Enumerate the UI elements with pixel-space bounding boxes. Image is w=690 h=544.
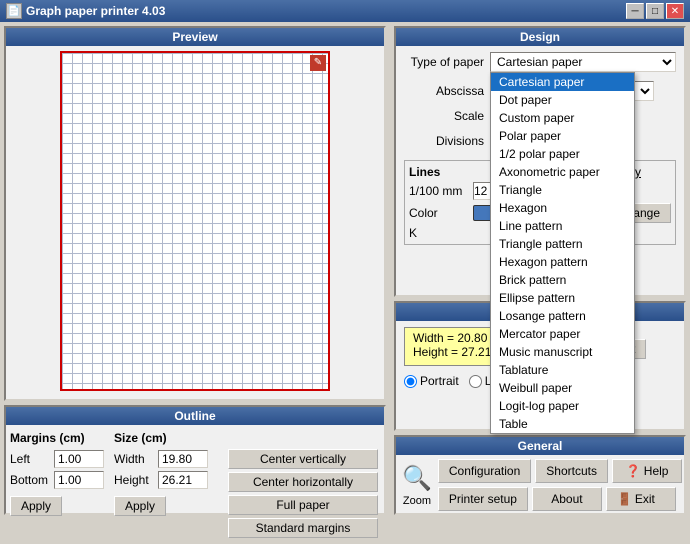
left-label: Left — [10, 452, 50, 466]
zoom-icon: 🔍 — [402, 464, 432, 493]
width-input[interactable] — [158, 450, 208, 468]
portrait-radio-label[interactable]: Portrait — [404, 374, 459, 388]
bottom-label: Bottom — [10, 473, 50, 487]
dropdown-item-logit[interactable]: Logit-log paper — [491, 397, 634, 415]
size-apply-button[interactable]: Apply — [114, 496, 166, 516]
help-button[interactable]: ❓ Help — [612, 459, 682, 483]
minimize-button[interactable]: ─ — [626, 3, 644, 19]
divisions-label: Divisions — [404, 134, 484, 148]
close-button[interactable]: ✕ — [666, 3, 684, 19]
help-icon: ❓ — [625, 464, 640, 478]
general-title: General — [396, 437, 684, 455]
center-horizontally-button[interactable]: Center horizontally — [228, 472, 378, 492]
dropdown-item-custom[interactable]: Custom paper — [491, 109, 634, 127]
bottom-input[interactable] — [54, 471, 104, 489]
dropdown-item-mercator[interactable]: Mercator paper — [491, 325, 634, 343]
width-label: Width — [114, 452, 154, 466]
lines-title: Lines — [409, 165, 440, 179]
printer-setup-button[interactable]: Printer setup — [438, 487, 528, 511]
dropdown-item-hexagon[interactable]: Hexagon — [491, 199, 634, 217]
dropdown-item-losange[interactable]: Losange pattern — [491, 307, 634, 325]
app-icon: 📄 — [6, 3, 22, 19]
dropdown-item-axonometric[interactable]: Axonometric paper — [491, 163, 634, 181]
dropdown-item-cartesian[interactable]: Cartesian paper — [491, 73, 634, 91]
outline-title: Outline — [6, 407, 384, 425]
paper-type-dropdown[interactable]: Cartesian paper Dot paper Custom paper P… — [490, 72, 635, 434]
dropdown-item-weibull[interactable]: Weibull paper — [491, 379, 634, 397]
dropdown-item-triangle-pattern[interactable]: Triangle pattern — [491, 235, 634, 253]
design-title: Design — [396, 28, 684, 46]
dropdown-item-ellipse[interactable]: Ellipse pattern — [491, 289, 634, 307]
dropdown-item-music[interactable]: Music manuscript — [491, 343, 634, 361]
configuration-button[interactable]: Configuration — [438, 459, 531, 483]
height-label: Height — [114, 473, 154, 487]
dropdown-item-half-polar[interactable]: 1/2 polar paper — [491, 145, 634, 163]
dropdown-item-hexagon-pattern[interactable]: Hexagon pattern — [491, 253, 634, 271]
dropdown-item-line-pattern[interactable]: Line pattern — [491, 217, 634, 235]
dropdown-item-tablature[interactable]: Tablature — [491, 361, 634, 379]
standard-margins-button[interactable]: Standard margins — [228, 518, 378, 538]
about-button[interactable]: About — [532, 487, 602, 511]
design-section: Design Type of paper Cartesian paper Car… — [394, 26, 686, 297]
full-paper-button[interactable]: Full paper — [228, 495, 378, 515]
dropdown-item-brick[interactable]: Brick pattern — [491, 271, 634, 289]
margins-label: Margins (cm) — [10, 431, 104, 445]
scale-label: Scale — [404, 109, 484, 123]
left-input[interactable] — [54, 450, 104, 468]
app-title: Graph paper printer 4.03 — [26, 4, 165, 18]
dropdown-item-table[interactable]: Table — [491, 415, 634, 433]
exit-icon: 🚪 — [617, 492, 632, 506]
per100mm-label: 1/100 mm — [409, 184, 469, 198]
outline-section: Outline Margins (cm) Left Bottom Apply — [4, 405, 386, 515]
margins-apply-button[interactable]: Apply — [10, 496, 62, 516]
abscissa-label: Abscissa — [404, 84, 484, 98]
dropdown-item-triangle[interactable]: Triangle — [491, 181, 634, 199]
grid — [62, 53, 328, 389]
paper-type-select[interactable]: Cartesian paper — [490, 52, 676, 72]
dropdown-item-polar[interactable]: Polar paper — [491, 127, 634, 145]
exit-button[interactable]: 🚪 Exit — [606, 487, 676, 511]
color-label: Color — [409, 206, 469, 220]
size-label: Size (cm) — [114, 431, 208, 445]
general-section: General 🔍 Zoom Configuration Shortcuts ❓… — [394, 435, 686, 515]
portrait-radio[interactable] — [404, 375, 417, 388]
center-vertically-button[interactable]: Center vertically — [228, 449, 378, 469]
dropdown-item-dot[interactable]: Dot paper — [491, 91, 634, 109]
zoom-label: Zoom — [403, 495, 431, 507]
preview-paper: ✎ — [60, 51, 330, 391]
height-input[interactable] — [158, 471, 208, 489]
landscape-radio[interactable] — [469, 375, 482, 388]
preview-section: Preview ✎ — [4, 26, 386, 401]
k-label: K — [409, 226, 439, 240]
edit-icon[interactable]: ✎ — [310, 55, 326, 71]
maximize-button[interactable]: □ — [646, 3, 664, 19]
zoom-area[interactable]: 🔍 Zoom — [402, 464, 432, 507]
title-bar: 📄 Graph paper printer 4.03 ─ □ ✕ — [0, 0, 690, 22]
type-label: Type of paper — [404, 55, 484, 69]
shortcuts-button[interactable]: Shortcuts — [535, 459, 608, 483]
preview-title: Preview — [6, 28, 384, 46]
